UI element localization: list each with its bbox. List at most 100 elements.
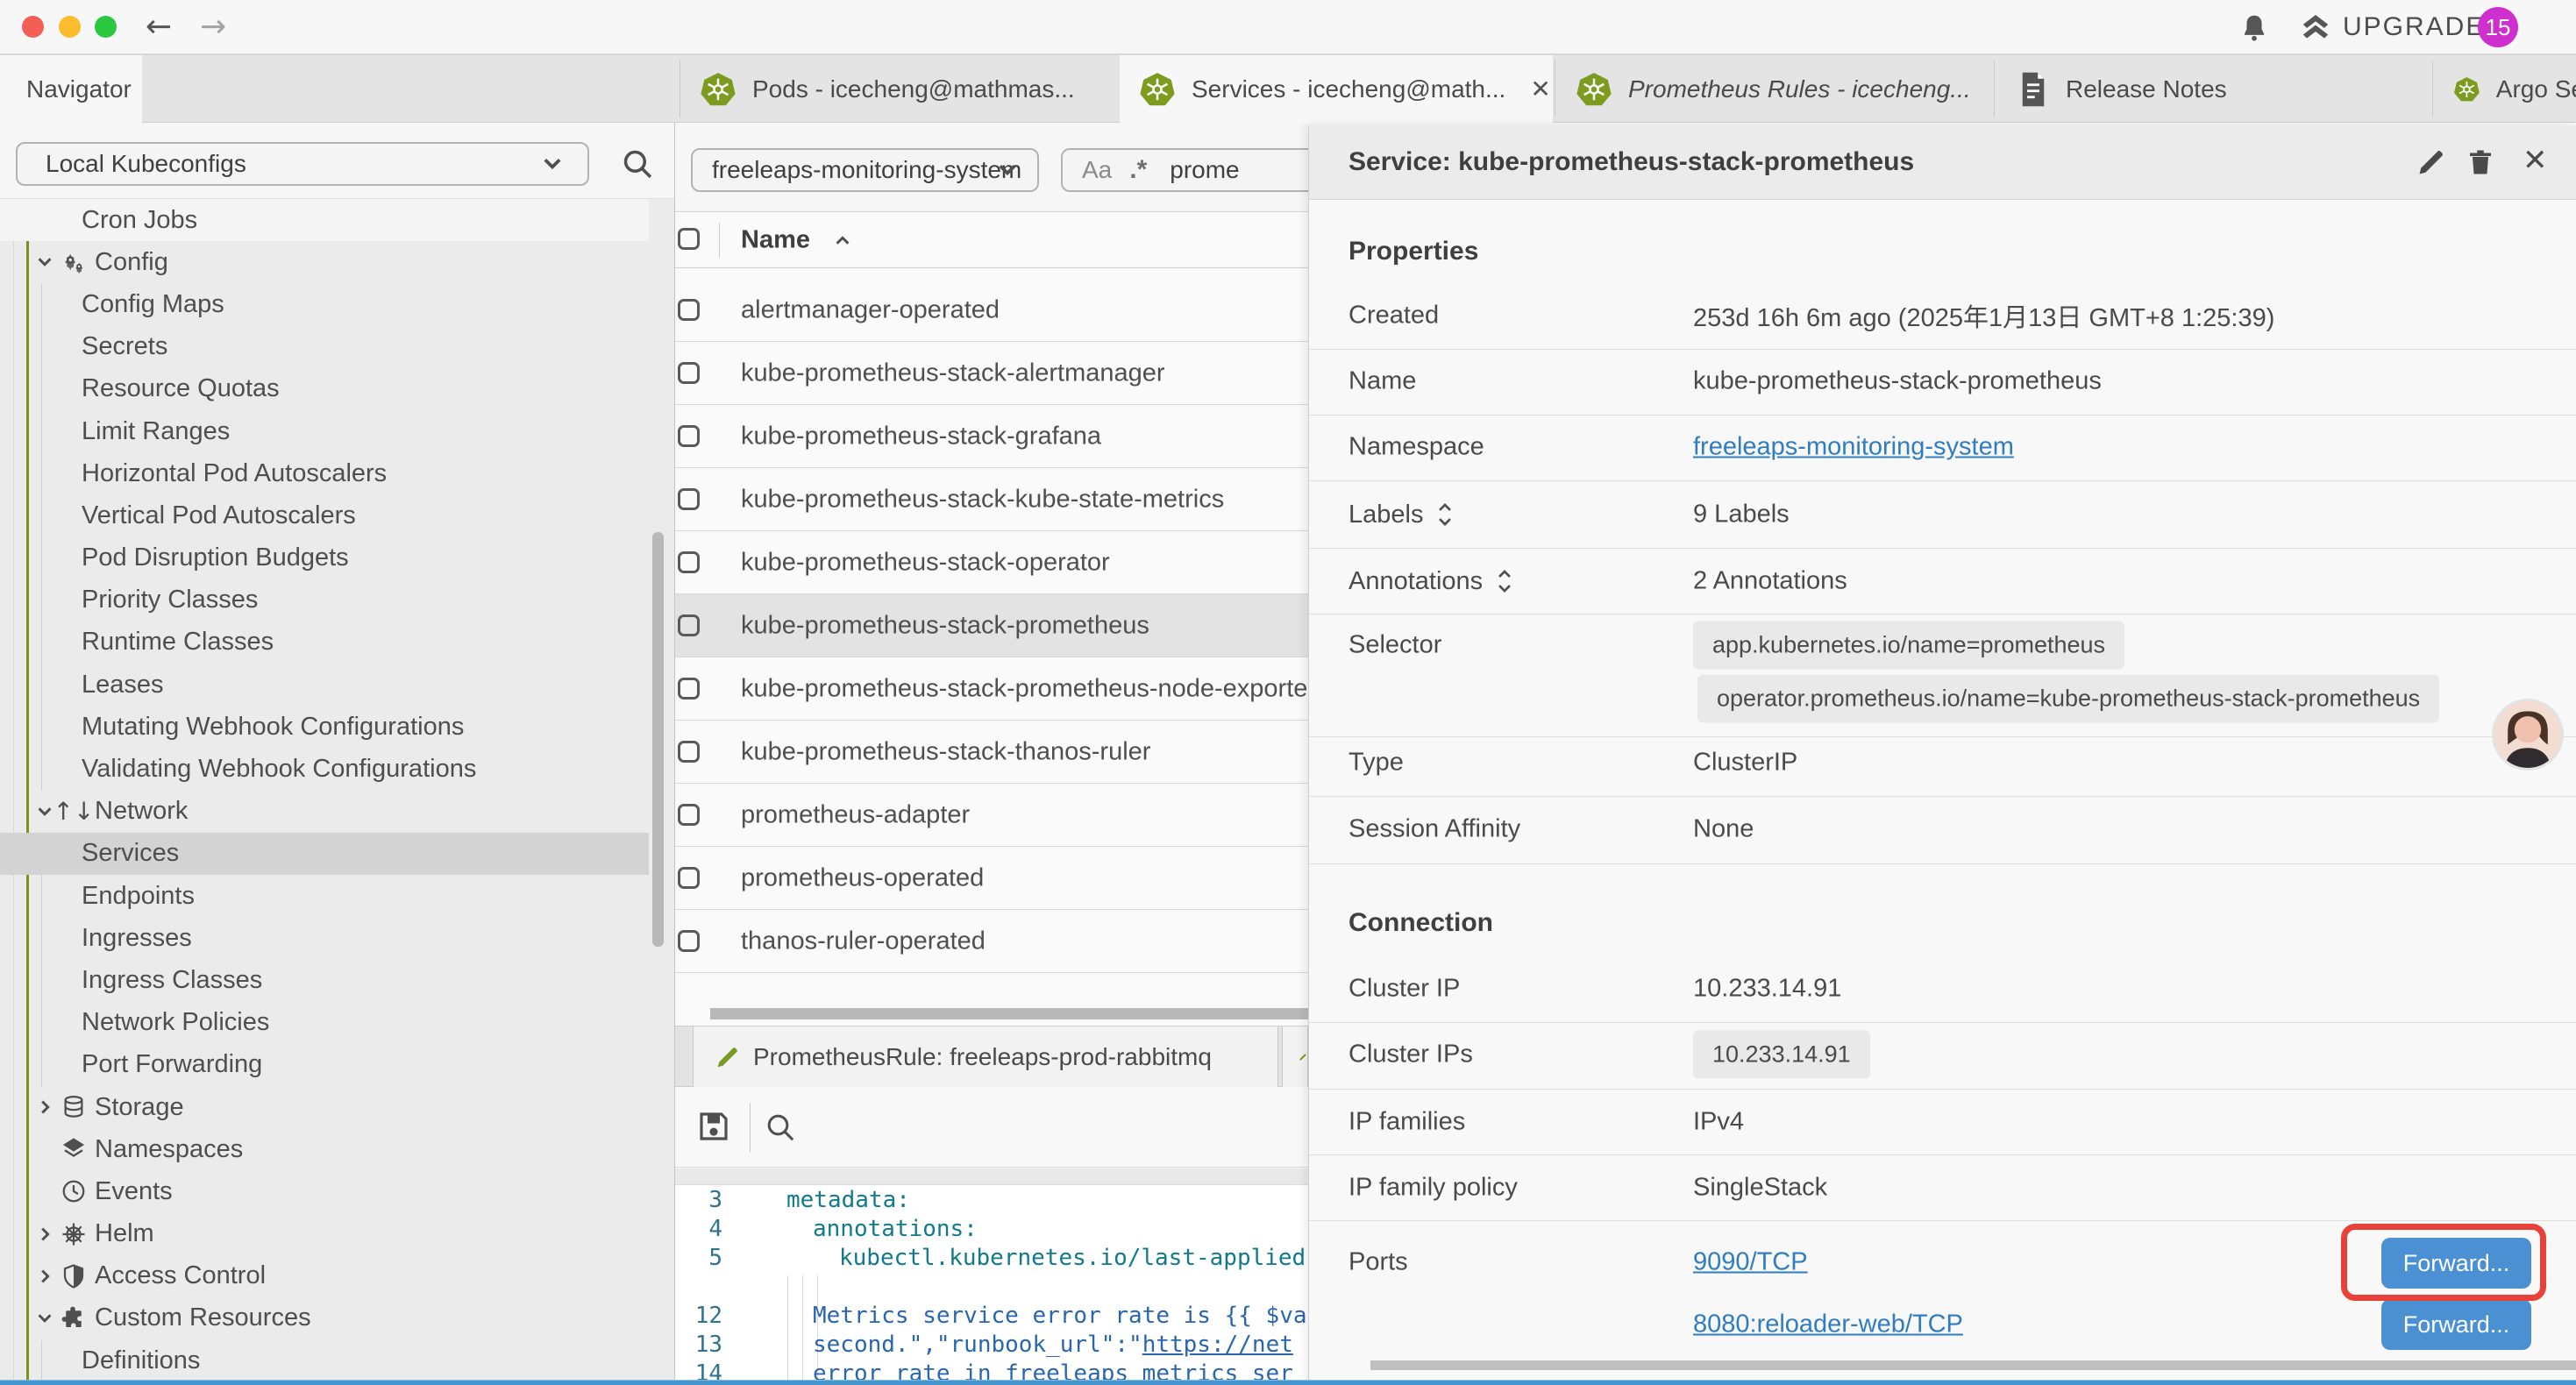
row-checkbox[interactable]	[678, 551, 700, 573]
sidebar-item-network-policies[interactable]: Network Policies	[0, 1002, 649, 1044]
bell-icon[interactable]	[2238, 11, 2271, 46]
close-panel-icon[interactable]: ✕	[2523, 143, 2548, 178]
table-row[interactable]: kube-prometheus-stack-grafana	[675, 405, 1308, 468]
close-tab-icon[interactable]: ✕	[1530, 75, 1550, 103]
row-checkbox[interactable]	[678, 299, 700, 321]
tab-services[interactable]: Services - icecheng@math... ✕	[1120, 55, 1553, 123]
sidebar-item-definitions[interactable]: Definitions	[0, 1339, 649, 1381]
tab-pods[interactable]: Pods - icecheng@mathmas...	[680, 55, 1116, 123]
row-checkbox[interactable]	[678, 614, 700, 636]
sidebar-item-config[interactable]: Config	[0, 241, 649, 283]
table-row-selected[interactable]: kube-prometheus-stack-prometheus	[675, 594, 1308, 657]
back-arrow-button[interactable]: ←	[146, 9, 172, 45]
sidebar-item-namespaces[interactable]: Namespaces	[0, 1128, 649, 1170]
table-row[interactable]: kube-prometheus-stack-alertmanager	[675, 342, 1308, 405]
table-row[interactable]: kube-prometheus-stack-thanos-ruler	[675, 721, 1308, 784]
line-number: 12	[675, 1302, 722, 1331]
tab-navigator[interactable]: Navigator	[0, 55, 142, 123]
close-window-button[interactable]	[22, 16, 44, 38]
yaml-editor[interactable]: 3metadata: 4annotations: 5kubectl.kubern…	[675, 1185, 1308, 1385]
sidebar-item-config-maps[interactable]: Config Maps	[0, 283, 649, 325]
minimize-window-button[interactable]	[59, 16, 81, 38]
chevron-down-icon[interactable]	[35, 1309, 54, 1328]
edit-pencil-icon[interactable]	[2416, 146, 2447, 178]
expander-icon[interactable]	[1495, 566, 1514, 596]
table-row[interactable]: prometheus-adapter	[675, 784, 1308, 847]
forward-button[interactable]: Forward...	[2381, 1299, 2531, 1350]
sidebar-item-secrets[interactable]: Secrets	[0, 326, 649, 368]
sidebar-item-limit-ranges[interactable]: Limit Ranges	[0, 410, 649, 452]
sidebar-item-vertical-pod-autoscalers[interactable]: Vertical Pod Autoscalers	[0, 494, 649, 536]
horizontal-scrollbar[interactable]	[710, 1008, 1308, 1019]
table-row[interactable]: alertmanager-operated	[675, 279, 1308, 342]
chevron-down-icon[interactable]	[35, 252, 54, 272]
tab-argo[interactable]: Argo Serv	[2434, 55, 2576, 123]
regex-toggle[interactable]: .*	[1129, 155, 1147, 185]
table-row[interactable]: kube-prometheus-stack-kube-state-metrics	[675, 468, 1308, 531]
row-checkbox[interactable]	[678, 678, 700, 700]
editor-tab-partial[interactable]	[1282, 1026, 1308, 1087]
tab-release-notes[interactable]: Release Notes	[1996, 55, 2431, 123]
sidebar-item-network[interactable]: ↑↓ Network	[0, 791, 649, 833]
upgrade-icon[interactable]	[2297, 11, 2334, 46]
sidebar-item-events[interactable]: Events	[0, 1170, 649, 1212]
sidebar-item-runtime-classes[interactable]: Runtime Classes	[0, 621, 649, 664]
match-case-toggle[interactable]: Aa	[1082, 156, 1112, 184]
sidebar-item-storage[interactable]: Storage	[0, 1086, 649, 1128]
row-checkbox[interactable]	[678, 362, 700, 384]
row-checkbox[interactable]	[678, 867, 700, 889]
search-input[interactable]: Aa .* prome	[1061, 148, 1308, 192]
sidebar-item-ingresses[interactable]: Ingresses	[0, 917, 649, 959]
sidebar-item-pod-disruption-budgets[interactable]: Pod Disruption Budgets	[0, 537, 649, 579]
delete-trash-icon[interactable]	[2465, 146, 2496, 178]
notification-badge[interactable]: 15	[2478, 7, 2518, 47]
name-column-header[interactable]: Name	[741, 225, 810, 254]
sidebar-item-services[interactable]: Services	[0, 833, 649, 875]
table-row[interactable]: kube-prometheus-stack-prometheus-node-ex…	[675, 657, 1308, 721]
expander-icon[interactable]	[1435, 500, 1455, 529]
sidebar-item-port-forwarding[interactable]: Port Forwarding	[0, 1044, 649, 1086]
sidebar-item-cron-jobs[interactable]: Cron Jobs	[0, 199, 649, 241]
maximize-window-button[interactable]	[95, 16, 117, 38]
sidebar-item-endpoints[interactable]: Endpoints	[0, 875, 649, 917]
sidebar-item-resource-quotas[interactable]: Resource Quotas	[0, 368, 649, 410]
save-icon[interactable]	[695, 1108, 732, 1145]
row-checkbox[interactable]	[678, 804, 700, 826]
chevron-down-icon[interactable]	[35, 802, 54, 821]
row-checkbox[interactable]	[678, 488, 700, 510]
tab-prometheus-rules[interactable]: Prometheus Rules - icecheng...	[1556, 55, 1992, 123]
select-all-checkbox[interactable]	[678, 228, 700, 250]
row-checkbox[interactable]	[678, 425, 700, 447]
kubeconfig-selector[interactable]: Local Kubeconfigs	[16, 142, 589, 186]
chevron-right-icon[interactable]	[35, 1097, 54, 1117]
search-icon[interactable]	[763, 1110, 798, 1145]
detail-horizontal-scrollbar[interactable]	[1370, 1360, 2576, 1370]
sidebar-item-ingress-classes[interactable]: Ingress Classes	[0, 959, 649, 1001]
row-checkbox[interactable]	[678, 741, 700, 763]
search-icon[interactable]	[619, 146, 656, 182]
sidebar-item-horizontal-pod-autoscalers[interactable]: Horizontal Pod Autoscalers	[0, 452, 649, 494]
sidebar-item-access-control[interactable]: Access Control	[0, 1255, 649, 1297]
chevron-right-icon[interactable]	[35, 1225, 54, 1244]
table-row[interactable]: thanos-ruler-operated	[675, 910, 1308, 973]
sidebar-item-mutating-webhook-configurations[interactable]: Mutating Webhook Configurations	[0, 706, 649, 748]
namespace-link[interactable]: freeleaps-monitoring-system	[1693, 433, 2014, 462]
namespace-selector[interactable]: freeleaps-monitoring-system	[691, 148, 1039, 192]
sidebar-item-validating-webhook-configurations[interactable]: Validating Webhook Configurations	[0, 748, 649, 790]
sidebar-scrollbar[interactable]	[652, 532, 664, 947]
port-link[interactable]: 9090/TCP	[1693, 1248, 1808, 1277]
detail-header: Service: kube-prometheus-stack-prometheu…	[1309, 125, 2576, 200]
editor-tab-prometheusrule[interactable]: PrometheusRule: freeleaps-prod-rabbitmq	[693, 1026, 1278, 1087]
forward-arrow-button[interactable]: →	[200, 9, 226, 45]
sidebar-item-helm[interactable]: Helm	[0, 1213, 649, 1255]
table-row[interactable]: kube-prometheus-stack-operator	[675, 531, 1308, 594]
chevron-right-icon[interactable]	[35, 1267, 54, 1286]
table-row[interactable]: prometheus-operated	[675, 847, 1308, 910]
port-link[interactable]: 8080:reloader-web/TCP	[1693, 1310, 1963, 1339]
row-checkbox[interactable]	[678, 930, 700, 952]
sidebar-item-custom-resources[interactable]: Custom Resources	[0, 1297, 649, 1339]
avatar[interactable]	[2492, 699, 2564, 771]
sidebar-item-leases[interactable]: Leases	[0, 664, 649, 706]
sidebar-item-priority-classes[interactable]: Priority Classes	[0, 579, 649, 621]
upgrade-button[interactable]: UPGRADE	[2343, 12, 2485, 42]
